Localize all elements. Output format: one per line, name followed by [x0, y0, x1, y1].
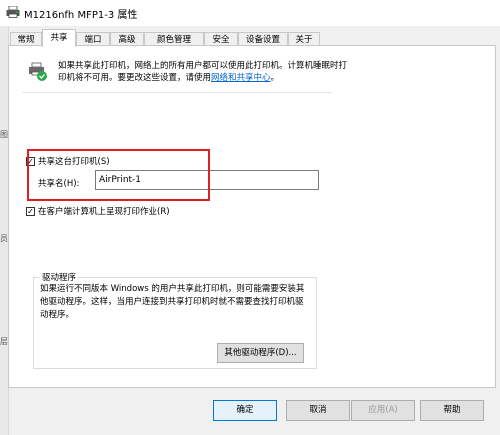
tab-color-management[interactable]: 颜色管理	[144, 32, 204, 46]
highlight-annotation-box	[27, 149, 210, 201]
window-title: M1216nfh MFP1-3 属性	[24, 10, 138, 21]
tab-about[interactable]: 关于	[288, 32, 320, 46]
render-on-client-label[interactable]: 在客户端计算机上呈现打印作业(R)	[38, 205, 170, 217]
tab-bar: 常规 共享 端口 高级 颜色管理 安全 设备设置 关于	[8, 29, 498, 47]
ok-button[interactable]: 确定	[213, 400, 277, 421]
sharing-description: 如果共享此打印机，网络上的所有用户都可以使用此打印机。计算机睡眠时打印机将不可用…	[58, 60, 348, 84]
tab-ports[interactable]: 端口	[76, 32, 110, 46]
tab-general[interactable]: 常规	[10, 32, 42, 46]
background-text-fragment: 图	[0, 130, 8, 139]
network-sharing-center-link[interactable]: 网络和共享中心	[211, 73, 271, 83]
background-text-fragment: 员	[0, 234, 8, 243]
drivers-group-title: 驱动程序	[40, 271, 79, 283]
tab-sharing[interactable]: 共享	[42, 29, 76, 47]
drivers-description: 如果运行不同版本 Windows 的用户共享此打印机，则可能需要安装其他驱动程序…	[40, 284, 305, 320]
cancel-button[interactable]: 取消	[286, 400, 350, 421]
shared-printer-icon	[28, 62, 48, 82]
tab-security[interactable]: 安全	[204, 32, 238, 46]
tab-device-settings[interactable]: 设备设置	[238, 32, 288, 46]
apply-button[interactable]: 应用(A)	[351, 400, 415, 421]
additional-drivers-button[interactable]: 其他驱动程序(D)...	[217, 343, 304, 363]
help-button[interactable]: 帮助	[420, 400, 484, 421]
sharing-description-suffix: 。	[270, 73, 280, 83]
title-bar[interactable]: M1216nfh MFP1-3 属性	[0, 0, 500, 26]
render-on-client-checkbox[interactable]: ✓	[26, 207, 35, 216]
sharing-description-text: 如果共享此打印机，网络上的所有用户都可以使用此打印机。计算机睡眠时打印机将不可用…	[58, 61, 348, 83]
tab-advanced[interactable]: 高级	[110, 32, 144, 46]
printer-title-icon	[6, 5, 20, 18]
separator	[22, 92, 332, 93]
background-text-fragment: 层	[0, 337, 8, 346]
